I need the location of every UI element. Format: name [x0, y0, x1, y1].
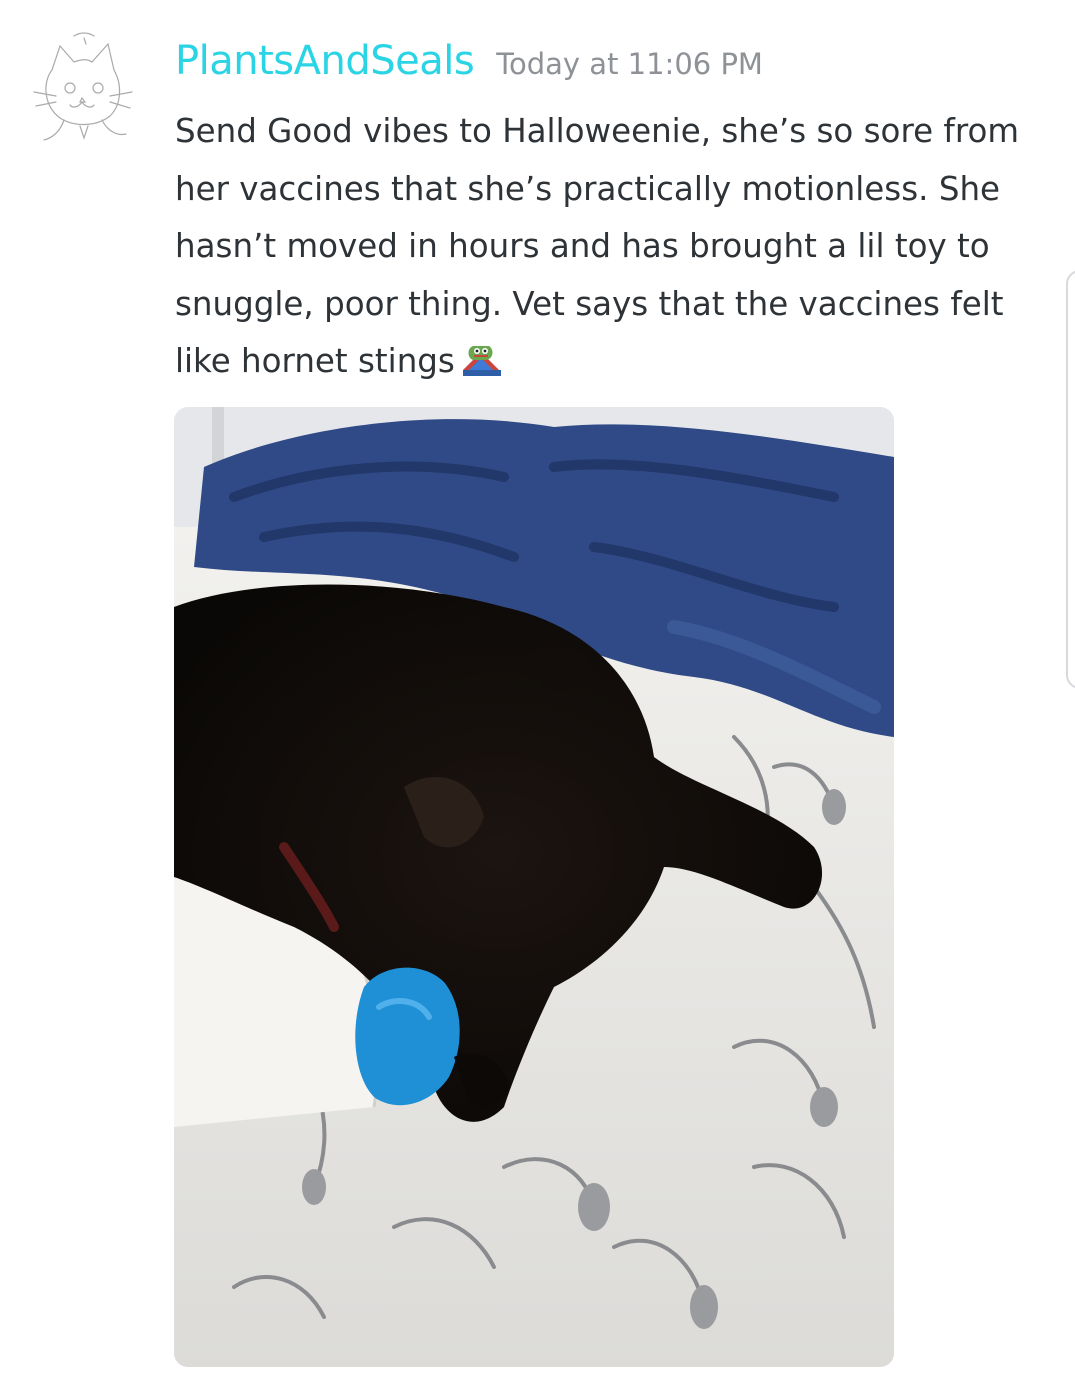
message-text: Send Good vibes to Halloweenie, she’s so…: [175, 112, 1020, 380]
chat-message: PlantsAndSeals Today at 11:06 PM Send Go…: [0, 0, 1075, 1387]
cat-sketch-avatar-icon: [33, 32, 133, 141]
scrollbar-edge[interactable]: [1066, 270, 1075, 689]
cat-photo-image: [174, 407, 894, 1367]
username[interactable]: PlantsAndSeals: [175, 38, 475, 84]
timestamp: Today at 11:06 PM: [496, 47, 763, 81]
user-avatar[interactable]: [22, 28, 142, 148]
message-content: Send Good vibes to Halloweenie, she’s so…: [175, 103, 1035, 391]
image-attachment[interactable]: [174, 407, 894, 1367]
pepe-emoji[interactable]: [459, 339, 505, 377]
pepe-emoji-icon: [462, 346, 501, 376]
message-header: PlantsAndSeals Today at 11:06 PM: [175, 38, 763, 84]
